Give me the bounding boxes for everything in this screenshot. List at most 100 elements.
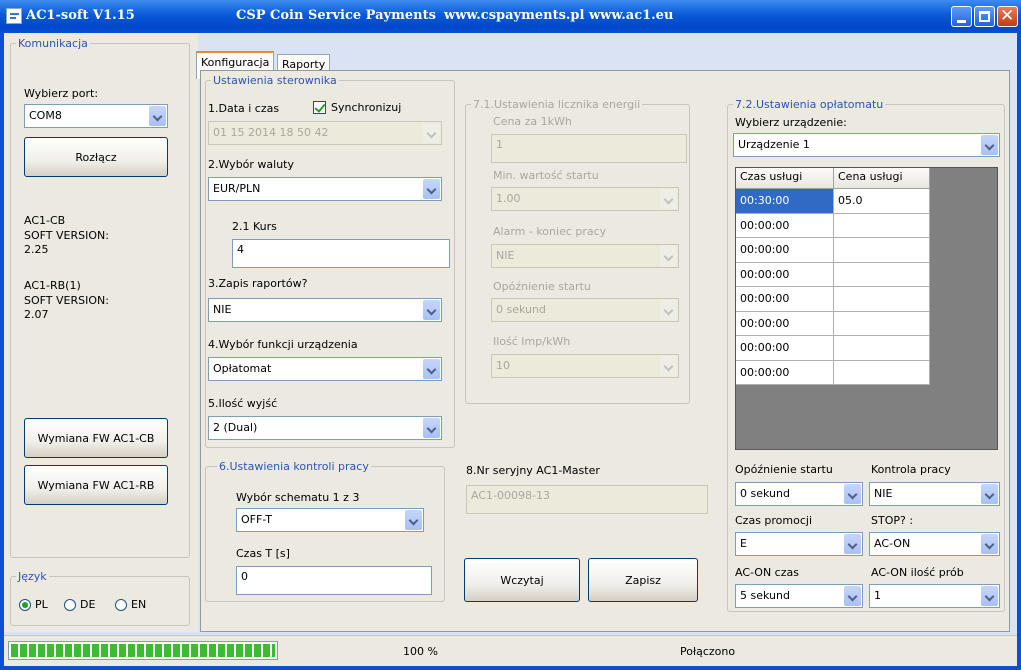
op-delay-select[interactable]: 0 sekund (735, 482, 863, 506)
fw-cb-button[interactable]: Wymiana FW AC1-CB (24, 418, 168, 458)
imp-select[interactable]: 10 (491, 354, 679, 378)
chevron-down-icon[interactable] (423, 418, 440, 438)
dev1-version: 2.25 (24, 243, 49, 256)
schema-select[interactable]: OFF-T (236, 508, 424, 532)
title-bar[interactable]: AC1-soft V1.15 CSP Coin Service Payments… (0, 0, 1021, 33)
chevron-down-icon[interactable] (981, 484, 998, 504)
acon-tries-label: AC-ON ilość prób (871, 566, 964, 579)
chevron-down-icon[interactable] (149, 106, 166, 126)
chevron-down-icon[interactable] (423, 300, 440, 320)
table-header-time[interactable]: Czas usługi (736, 168, 834, 189)
outputs-select[interactable]: 2 (Dual) (208, 416, 442, 440)
min-label: Min. wartość startu (493, 169, 599, 182)
table-cell-time[interactable]: 00:00:00 (736, 336, 834, 361)
acon-time-select[interactable]: 5 sekund (735, 584, 863, 608)
rate-input[interactable]: 4 (232, 239, 450, 268)
acon-tries-select[interactable]: 1 (869, 584, 1000, 608)
connection-status: Połączono (680, 645, 736, 658)
table-cell-time[interactable]: 00:00:00 (736, 287, 834, 312)
table-cell-time[interactable]: 00:00:00 (736, 238, 834, 263)
chevron-down-icon[interactable] (981, 534, 998, 554)
table-cell-time[interactable]: 00:30:00 (736, 189, 834, 214)
op-delay-value: 0 sekund (740, 487, 790, 500)
serial-input[interactable]: AC1-00098-13 (466, 485, 708, 514)
work-select[interactable]: NIE (869, 482, 1000, 506)
fw-rb-button[interactable]: Wymiana FW AC1-RB (24, 465, 168, 505)
chevron-down-icon[interactable] (660, 300, 677, 320)
acon-tries-value: 1 (874, 589, 881, 602)
radio-en[interactable] (115, 599, 127, 611)
oplatomat-title: 7.2.Ustawienia opłatomatu (733, 98, 886, 111)
delay-select[interactable]: 0 sekund (491, 298, 679, 322)
chevron-down-icon[interactable] (660, 189, 677, 209)
disconnect-button[interactable]: Rozłącz (24, 137, 168, 177)
table-cell-time[interactable]: 00:00:00 (736, 360, 834, 385)
table-cell-time[interactable]: 00:00:00 (736, 311, 834, 336)
date-picker[interactable]: 01 15 2014 18 50 42 (208, 121, 442, 145)
minimize-button[interactable] (951, 6, 972, 27)
dev1-soft-label: SOFT VERSION: (24, 229, 109, 242)
table-cell-price[interactable] (834, 336, 930, 361)
radio-de[interactable] (64, 599, 76, 611)
min-select[interactable]: 1.00 (491, 187, 679, 211)
chevron-down-icon[interactable] (981, 586, 998, 606)
alarm-select[interactable]: NIE (491, 244, 679, 268)
chevron-down-icon[interactable] (981, 135, 998, 155)
app-icon (6, 8, 22, 24)
table-cell-price[interactable]: 05.0 (834, 189, 930, 214)
radio-pl-label: PL (35, 598, 48, 611)
table-cell-time[interactable]: 00:00:00 (736, 213, 834, 238)
promo-value: E (740, 537, 747, 550)
sync-checkbox[interactable] (313, 101, 326, 114)
delay-label: Opóźnienie startu (493, 280, 591, 293)
jezyk-title: Język (16, 570, 49, 583)
function-select[interactable]: Opłatomat (208, 357, 442, 381)
maximize-button[interactable] (974, 6, 995, 27)
reports-select[interactable]: NIE (208, 298, 442, 322)
company-name: CSP Coin Service Payments (236, 8, 436, 23)
service-table: Czas usługi Cena usługi 00:30:00 05.0 00:0… (735, 167, 998, 450)
table-cell-time[interactable]: 00:00:00 (736, 262, 834, 287)
table-cell-price[interactable] (834, 238, 930, 263)
chevron-down-icon[interactable] (660, 356, 677, 376)
table-header-price[interactable]: Cena usługi (834, 168, 930, 189)
table-cell-price[interactable] (834, 360, 930, 385)
sterownik-title: Ustawienia sterownika (211, 74, 339, 87)
table-cell-price[interactable] (834, 287, 930, 312)
date-label: 1.Data i czas (208, 102, 280, 115)
table-cell-price[interactable] (834, 213, 930, 238)
radio-de-label: DE (80, 598, 96, 611)
price-input[interactable]: 1 (491, 134, 687, 163)
company-urls: www.cspayments.pl www.ac1.eu (444, 8, 674, 23)
dev2-name: AC1-RB(1) (24, 279, 81, 292)
chevron-down-icon[interactable] (405, 510, 422, 530)
acon-time-label: AC-ON czas (735, 566, 799, 579)
table-cell-price[interactable] (834, 311, 930, 336)
device-value: Urządzenie 1 (738, 138, 810, 151)
device-select[interactable]: Urządzenie 1 (733, 133, 1000, 157)
chevron-down-icon[interactable] (844, 586, 861, 606)
chevron-down-icon[interactable] (423, 179, 440, 199)
save-button[interactable]: Zapisz (588, 558, 698, 602)
sync-label: Synchronizuj (331, 101, 402, 114)
chevron-down-icon[interactable] (844, 534, 861, 554)
port-select[interactable]: COM8 (24, 104, 168, 128)
outputs-value: 2 (Dual) (213, 421, 258, 434)
currency-select[interactable]: EUR/PLN (208, 177, 442, 201)
chevron-down-icon[interactable] (844, 484, 861, 504)
radio-pl[interactable] (19, 599, 31, 611)
chevron-down-icon[interactable] (423, 123, 440, 143)
time-input[interactable]: 0 (236, 566, 432, 595)
stop-select[interactable]: AC-ON (869, 532, 1000, 556)
table-cell-price[interactable] (834, 262, 930, 287)
reports-value: NIE (213, 303, 232, 316)
currency-value: EUR/PLN (213, 182, 261, 195)
promo-select[interactable]: E (735, 532, 863, 556)
reports-label: 3.Zapis raportów? (208, 277, 308, 290)
chevron-down-icon[interactable] (423, 359, 440, 379)
stop-label: STOP? : (871, 514, 914, 527)
close-button[interactable]: ✕ (997, 6, 1018, 27)
load-button[interactable]: Wczytaj (464, 558, 580, 602)
outputs-label: 5.Ilość wyjść (208, 397, 278, 410)
chevron-down-icon[interactable] (660, 246, 677, 266)
